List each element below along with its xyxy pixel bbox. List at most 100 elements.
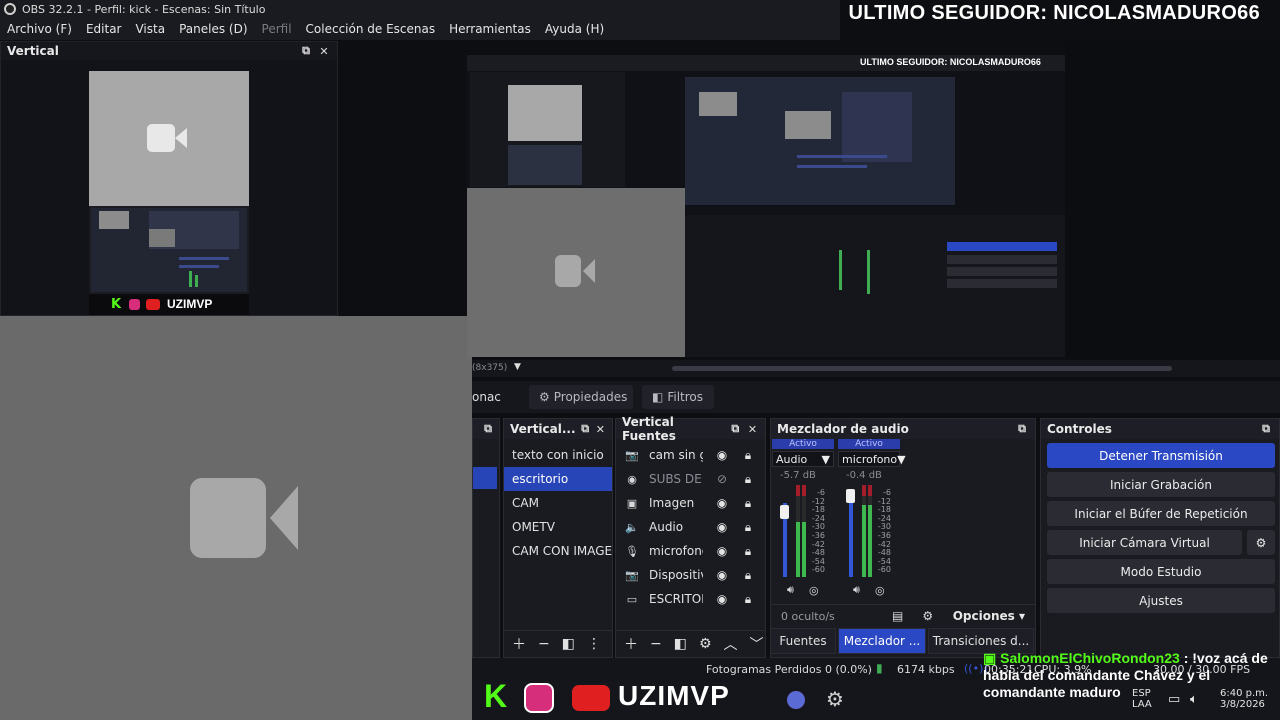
- close-icon[interactable]: ✕: [746, 423, 759, 436]
- lock-icon[interactable]: 🔒︎: [741, 544, 755, 559]
- float-icon[interactable]: ⧉: [299, 44, 313, 58]
- source-item[interactable]: 📷 Dispositiv ◉ 🔒︎: [616, 563, 765, 587]
- source-item[interactable]: 📷 cam sin gr ◉ 🔒︎: [616, 443, 765, 467]
- scene-item[interactable]: texto con inicio: [504, 443, 612, 467]
- kick-logo-icon: K: [484, 678, 508, 714]
- float-icon[interactable]: ⧉: [1015, 422, 1029, 436]
- source-item[interactable]: ◉ SUBS DE Y ⊘ 🔒︎: [616, 467, 765, 491]
- options-button[interactable]: Opciones ▾: [953, 609, 1025, 623]
- filter-icon[interactable]: ◧: [674, 636, 687, 652]
- close-icon[interactable]: ✕: [595, 423, 606, 436]
- menu-herramientas[interactable]: Herramientas: [442, 22, 538, 36]
- float-icon[interactable]: ⧉: [580, 422, 591, 436]
- settings-button[interactable]: Ajustes: [1047, 588, 1275, 613]
- eye-hidden-icon[interactable]: ⊘: [715, 472, 729, 486]
- eye-icon[interactable]: ◉: [715, 496, 729, 510]
- studio-mode-button[interactable]: Modo Estudio: [1047, 559, 1275, 584]
- settings-gear-icon[interactable]: ⚙: [826, 687, 844, 711]
- properties-toolbar: onac ⚙ Propiedades ◧ Filtros: [472, 381, 1280, 413]
- lock-icon[interactable]: 🔒︎: [741, 592, 755, 607]
- tab-mezclador[interactable]: Mezclador ...: [838, 628, 926, 654]
- start-virtual-camera-button[interactable]: Iniciar Cámara Virtual: [1047, 530, 1242, 555]
- menu-editar[interactable]: Editar: [79, 22, 129, 36]
- sources-panel-title: Vertical Fuentes: [622, 415, 676, 443]
- meter-scale: -6 -12 -18 -24 -30 -36 -42 -48 -54 -60: [811, 488, 825, 575]
- audio-channel-select[interactable]: Audio ▼: [772, 451, 834, 467]
- source-item[interactable]: 🎙 microfono ◉ 🔒︎: [616, 539, 765, 563]
- start-recording-button[interactable]: Iniciar Grabación: [1047, 472, 1275, 497]
- add-icon[interactable]: ＋: [624, 634, 638, 654]
- advanced-gear-icon[interactable]: ⚙: [917, 609, 939, 623]
- lock-icon[interactable]: 🔒︎: [741, 448, 755, 463]
- mic-channel-select[interactable]: microfono ▼: [838, 451, 906, 467]
- audio-fader-knob[interactable]: [780, 505, 789, 519]
- window-title: OBS 32.2.1 - Perfil: kick - Escenas: Sin…: [22, 2, 266, 16]
- lock-icon[interactable]: 🔒︎: [741, 472, 755, 487]
- eye-icon[interactable]: ◉: [715, 568, 729, 582]
- headphones-icon[interactable]: ◎: [875, 584, 885, 597]
- scene-item[interactable]: CAM CON IMAGEN: [504, 539, 612, 563]
- virtual-camera-settings-gear-icon[interactable]: ⚙: [1247, 530, 1275, 555]
- start-replay-buffer-button[interactable]: Iniciar el Búfer de Repetición: [1047, 501, 1275, 526]
- horizontal-scrollbar[interactable]: [672, 366, 1172, 371]
- lock-icon[interactable]: 🔒︎: [741, 520, 755, 535]
- float-icon[interactable]: ⧉: [729, 422, 742, 436]
- vertical-dock: Vertical ⧉ ✕ K UZIMVP: [0, 41, 338, 316]
- menu-archivo[interactable]: Archivo (F): [0, 22, 79, 36]
- scene-label-cut: onac: [472, 390, 501, 404]
- audio-mixer-panel: Mezclador de audio ⧉ Activo Audio ▼ -5.7 …: [770, 418, 1036, 658]
- mic-fader-knob[interactable]: [846, 489, 855, 503]
- meter-tick: -60: [811, 565, 825, 575]
- source-name: ESCRITOR: [649, 592, 703, 606]
- remove-icon[interactable]: −: [538, 636, 550, 652]
- layout-icon[interactable]: ▤: [887, 609, 909, 623]
- scene-item[interactable]: CAM: [504, 491, 612, 515]
- eye-icon[interactable]: ◉: [715, 544, 729, 558]
- mixer-footer: 0 oculto/s ▤ ⚙ Opciones ▾: [771, 604, 1035, 627]
- move-up-icon[interactable]: ︿: [724, 634, 738, 654]
- sources-list: 📷 cam sin gr ◉ 🔒︎ ◉ SUBS DE Y ⊘ 🔒︎ ▣ Imagen ◉ 🔒︎ 🔈 Au…: [616, 439, 765, 611]
- remove-icon[interactable]: −: [650, 636, 662, 652]
- bitrate: 6174 kbps: [897, 663, 955, 676]
- speaker-icon[interactable]: 🔊︎: [787, 583, 794, 597]
- eye-icon[interactable]: ◉: [715, 448, 729, 462]
- menu-coleccion-escenas[interactable]: Colección de Escenas: [299, 22, 443, 36]
- menu-perfil[interactable]: Perfil: [255, 22, 299, 36]
- headphones-icon[interactable]: ◎: [809, 584, 819, 597]
- eye-icon[interactable]: ◉: [715, 520, 729, 534]
- menu-vista[interactable]: Vista: [128, 22, 172, 36]
- chat-username: SalomonElChivoRondon23: [1000, 650, 1180, 666]
- lock-icon[interactable]: 🔒︎: [741, 568, 755, 583]
- vertical-dock-header: Vertical ⧉ ✕: [1, 42, 337, 60]
- float-icon[interactable]: ⧉: [1259, 422, 1273, 436]
- close-icon[interactable]: ✕: [317, 45, 331, 58]
- mixer-title: Mezclador de audio: [777, 422, 909, 436]
- mic-volume-fader[interactable]: [849, 495, 853, 577]
- tab-fuentes[interactable]: Fuentes: [770, 628, 836, 654]
- vertical-scenes-panel: Vertical... ⧉ ✕ texto con inicio escrito…: [503, 418, 613, 658]
- main-preview-camera[interactable]: [0, 316, 472, 720]
- more-icon[interactable]: ⋮: [587, 636, 601, 652]
- menu-paneles[interactable]: Paneles (D): [172, 22, 254, 36]
- lock-icon[interactable]: 🔒︎: [741, 496, 755, 511]
- scene-item[interactable]: OMETV: [504, 515, 612, 539]
- stop-stream-button[interactable]: Detener Transmisión: [1047, 443, 1275, 468]
- move-down-icon[interactable]: ﹀: [750, 634, 764, 654]
- add-icon[interactable]: ＋: [512, 634, 526, 654]
- gear-icon[interactable]: ⚙: [699, 636, 712, 652]
- filters-button[interactable]: ◧ Filtros: [642, 385, 714, 409]
- scene-item-selected[interactable]: escritorio: [504, 467, 612, 491]
- menu-ayuda[interactable]: Ayuda (H): [538, 22, 611, 36]
- source-item[interactable]: 🔈 Audio ◉ 🔒︎: [616, 515, 765, 539]
- source-item[interactable]: ▭ ESCRITOR ◉ 🔒︎: [616, 587, 765, 611]
- speaker-icon[interactable]: 🔊︎: [853, 583, 860, 597]
- dropdown-arrow-icon[interactable]: ▼: [514, 362, 521, 372]
- eye-icon[interactable]: ◉: [715, 592, 729, 606]
- discord-icon[interactable]: [787, 691, 805, 709]
- filter-icon[interactable]: ◧: [562, 636, 575, 652]
- source-item[interactable]: ▣ Imagen ◉ 🔒︎: [616, 491, 765, 515]
- properties-button[interactable]: ⚙ Propiedades: [529, 385, 633, 409]
- vertical-preview[interactable]: K UZIMVP: [89, 71, 249, 315]
- float-icon[interactable]: ⧉: [483, 422, 493, 436]
- scenes-panel-cut: ⧉: [472, 418, 500, 658]
